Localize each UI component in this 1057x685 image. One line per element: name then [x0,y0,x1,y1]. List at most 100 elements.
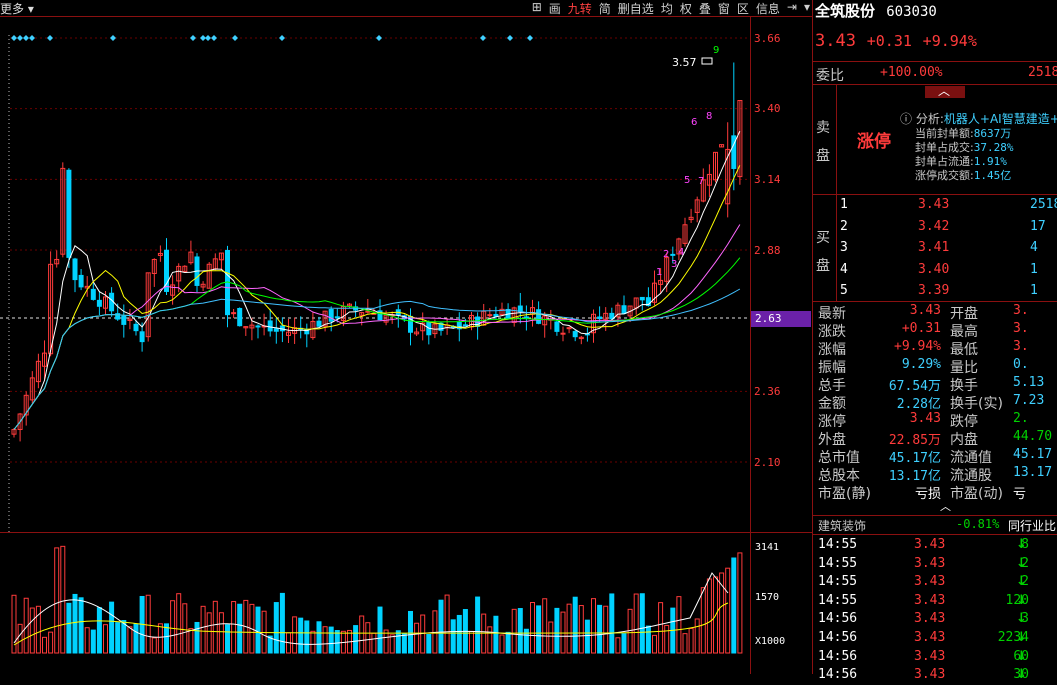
sector-rank: 同行业比 [1008,519,1057,533]
volume-bar [60,545,66,654]
book-volume: 17 [1030,218,1046,234]
weibi-label: 委比 [816,68,844,84]
book-volume: 4 [1030,240,1038,255]
buy-book-row[interactable]: 3 3.41 4 [840,238,1057,258]
toolbar-item-0[interactable]: 画 [549,0,561,17]
stat-value: 45.17亿 [888,451,941,466]
volume-bar [96,607,102,654]
book-volume: 1 [1030,261,1038,277]
volume-bar [475,596,481,654]
tick-row: 14:56 3.43 60 ↓ [818,649,1057,667]
toolbar-item-9[interactable]: 信息 [756,0,780,17]
info-icon[interactable]: ⓘ [900,112,912,126]
volume-chart[interactable] [0,533,750,674]
toolbar-item-3[interactable]: 删自选 [618,0,654,17]
volume-bar [469,630,474,654]
stats-row: 总市值 45.17亿 流通值 45.17 [818,447,1057,466]
volume-bar [517,608,523,654]
buy-book-row[interactable]: 1 3.43 2518 [840,195,1057,215]
volume-bar [401,633,407,654]
candle-body [639,296,645,301]
stock-change: +0.31 [866,32,912,50]
divider [813,515,1057,516]
chevron-up-icon[interactable]: ︿ [940,498,951,514]
nine-turn-label: 1 [656,267,662,278]
signal-diamond [110,35,116,41]
volume-bar [206,612,212,654]
down-arrow-icon: ↓ [1016,555,1027,571]
volume-bar [414,622,420,654]
volume-bar [511,608,517,654]
candlestick-chart[interactable]: 1234 5 6 7 8 9 3.57 [0,17,750,532]
tick-row: 14:56 3.43 30 ↓ [818,667,1057,685]
weibi-row: 委比 +100.00% 2518 [816,65,1057,84]
down-arrow-icon: ↓ [1016,592,1027,608]
buy-book-row[interactable]: 2 3.42 17 [840,217,1057,237]
volume-bar [182,603,188,654]
volume-bar [84,627,90,654]
down-arrow-icon: ↓ [1016,630,1027,645]
toolbar-item-4[interactable]: 均 [661,0,673,17]
signal-diamond [232,35,238,41]
toolbar-item-1[interactable]: 九转 [568,0,592,17]
stat-value: 3.43 [909,303,941,318]
volume-bar [676,596,682,654]
sector-row[interactable]: 建筑装饰 -0.81% 同行业比 [818,517,1057,534]
collapse-toggle[interactable]: ︿ [925,84,965,98]
stock-price: 3.43 [815,31,856,51]
volume-bar [389,634,395,654]
volume-bar [609,593,615,654]
grid-icon[interactable]: ⊞ [532,0,542,17]
volume-bar [200,605,206,654]
buy-label-bottom: 盘 [816,258,830,274]
signal-diamond [507,35,513,41]
toolbar-item-2[interactable]: 简 [599,0,611,17]
toolbar-item-8[interactable]: 区 [737,0,749,17]
volume-bar [554,607,560,654]
stat-value: 67.54万 [888,379,941,394]
stat-value: 2. [1013,411,1029,426]
volume-ma5-line [13,572,729,645]
volume-bar [316,621,322,654]
stat-key: 总市值 [818,450,860,466]
buy-book-row[interactable]: 4 3.40 1 [840,260,1057,280]
stat-value: 3. [1013,303,1029,318]
tick-row: 14:56 3.43 3 ↓ [818,611,1057,629]
tick-row: 14:55 3.43 8 ↓ [818,537,1057,555]
stat-key: 总股本 [818,468,860,484]
buy-label-top: 买 [816,230,830,246]
volume-bar [48,631,54,654]
pin-icon[interactable]: ⇥ [787,0,797,17]
stats-row: 涨停 3.43 跌停 2. [818,411,1057,430]
tick-price: 3.43 [914,648,946,664]
seal-info-key: 涨停成交额: [915,169,974,182]
volume-bar [188,628,194,654]
buy-book-row[interactable]: 5 3.39 1 [840,281,1057,301]
more-menu[interactable]: 更多 ▾ [0,0,34,17]
stat-key: 换手(实) [950,396,1003,412]
stat-key: 总手 [818,378,846,394]
book-level: 1 [840,197,848,212]
stat-value: 7.23 [1013,393,1045,408]
tick-price: 3.43 [914,555,946,571]
stat-key: 涨跌 [818,324,846,340]
signal-diamond [47,35,53,41]
tick-row: 14:56 3.43 2234 ↓ [818,630,1057,648]
tick-time: 14:56 [818,611,858,627]
volume-bar [645,625,651,654]
candle-body [554,321,560,332]
ma60-line [13,288,741,430]
stat-value: 0. [1013,357,1029,372]
nine-turn-label: 6 [691,117,697,128]
volume-bar [103,624,108,654]
candle-body [670,253,676,256]
chevron-down-icon[interactable]: ▾ [804,0,810,17]
signal-diamond [190,35,196,41]
volume-bar [548,621,554,654]
book-price: 3.43 [918,197,950,212]
signal-diamond [211,35,217,41]
toolbar-item-7[interactable]: 窗 [718,0,730,17]
toolbar-item-5[interactable]: 权 [680,0,692,17]
volume-bar [176,593,182,654]
toolbar-item-6[interactable]: 叠 [699,0,711,17]
